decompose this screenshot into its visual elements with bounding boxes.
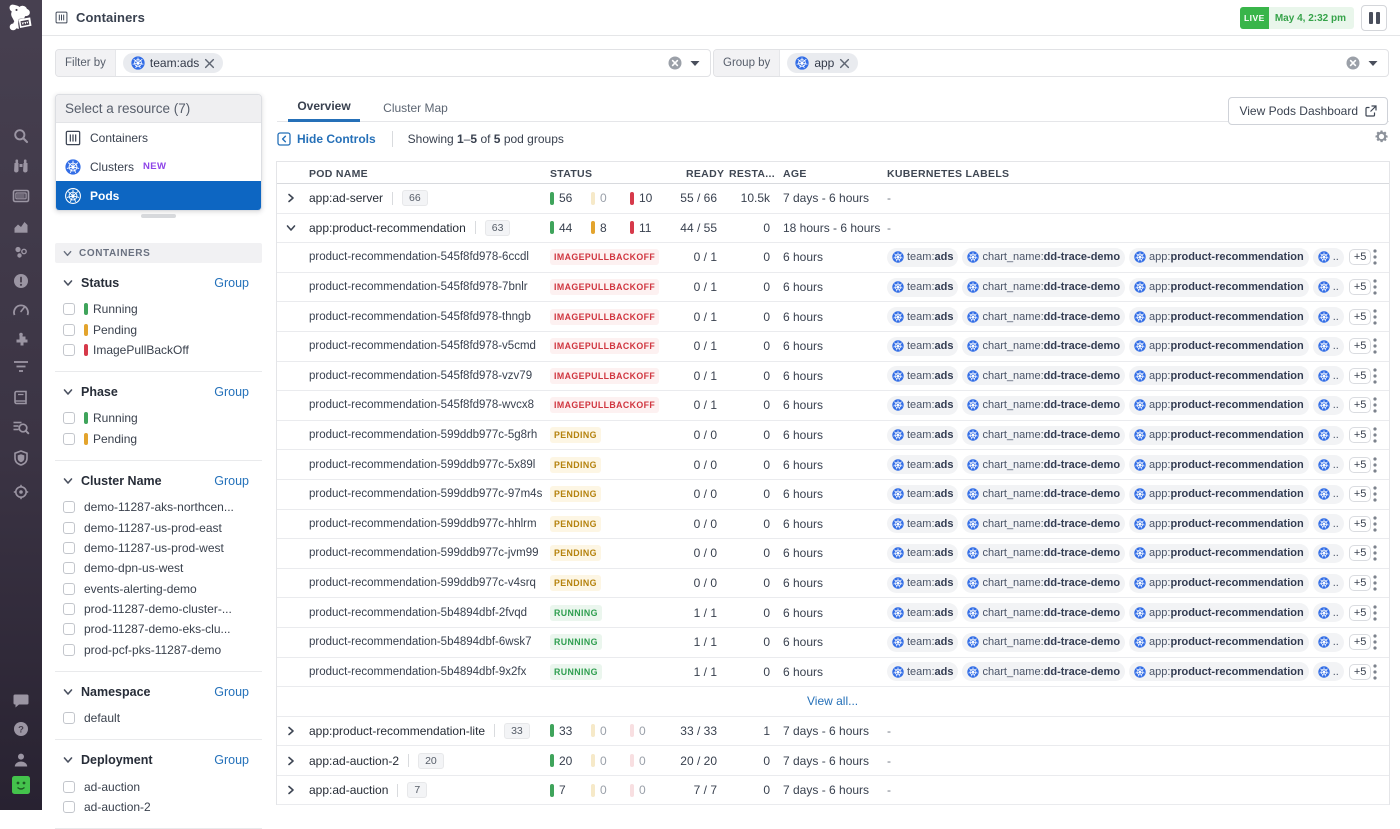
svg-text:?: ?: [18, 724, 24, 735]
